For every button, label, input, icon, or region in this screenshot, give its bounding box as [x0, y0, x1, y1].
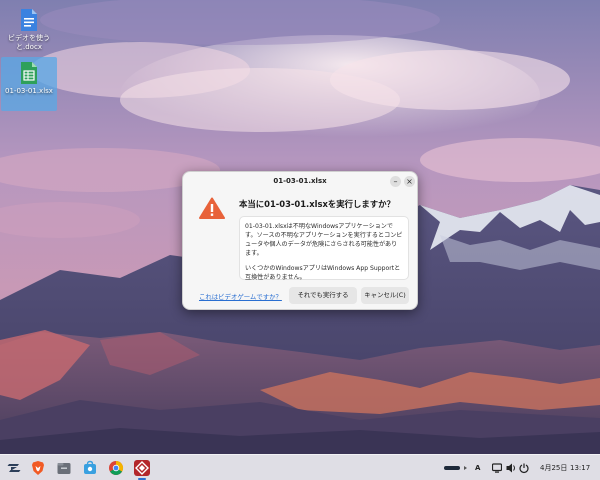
dialog-message-paragraph: いくつかのWindowsアプリはWindows App Supportと互換性が…	[245, 265, 401, 281]
power-icon[interactable]	[519, 455, 529, 480]
cancel-button[interactable]: キャンセル(C)	[361, 287, 409, 304]
keyboard-indicator-icon[interactable]	[444, 455, 460, 480]
tray-separator-icon	[464, 455, 468, 480]
desktop-icon-label: 01-03-01.xlsx	[5, 87, 53, 95]
chrome-icon[interactable]	[108, 460, 124, 476]
word-document-icon	[20, 8, 38, 32]
run-confirm-dialog: 01-03-01.xlsx – × 本当に01-03-01.xlsxを実行します…	[182, 171, 418, 310]
dialog-heading: 本当に01-03-01.xlsxを実行しますか？	[239, 199, 395, 209]
close-button[interactable]: ×	[404, 176, 415, 187]
keyboard-layout-indicator[interactable]: A	[475, 455, 480, 480]
warning-icon	[199, 197, 225, 219]
taskbar: A 4月25日 13:17	[0, 454, 600, 480]
files-icon[interactable]	[56, 460, 72, 476]
time-label[interactable]: 13:17	[570, 455, 590, 480]
brave-browser-icon[interactable]	[30, 460, 46, 476]
date-label[interactable]: 4月25日	[540, 455, 567, 480]
display-icon[interactable]	[491, 455, 503, 480]
dialog-message-box: 01-03-01.xlsxは不明なWindowsアプリケーションです。ソースの不…	[239, 216, 409, 281]
app-icon[interactable]	[134, 460, 150, 476]
dialog-title: 01-03-01.xlsx	[273, 177, 327, 185]
zorin-menu-icon[interactable]	[6, 460, 22, 476]
desktop-icon-label: ビデオを使うと.docx	[8, 34, 50, 51]
dialog-message-paragraph: 01-03-01.xlsxは不明なWindowsアプリケーションです。ソースの不…	[245, 223, 403, 257]
run-anyway-button[interactable]: それでも実行する	[289, 287, 357, 304]
video-game-link[interactable]: これはビデオゲームですか？	[199, 292, 282, 301]
desktop-icon-docx[interactable]: ビデオを使うと.docx	[1, 4, 57, 56]
spreadsheet-icon	[20, 61, 38, 85]
desktop-icon-xlsx[interactable]: 01-03-01.xlsx	[1, 57, 57, 111]
volume-icon[interactable]	[506, 455, 516, 480]
software-store-icon[interactable]	[82, 460, 98, 476]
minimize-button[interactable]: –	[390, 176, 401, 187]
